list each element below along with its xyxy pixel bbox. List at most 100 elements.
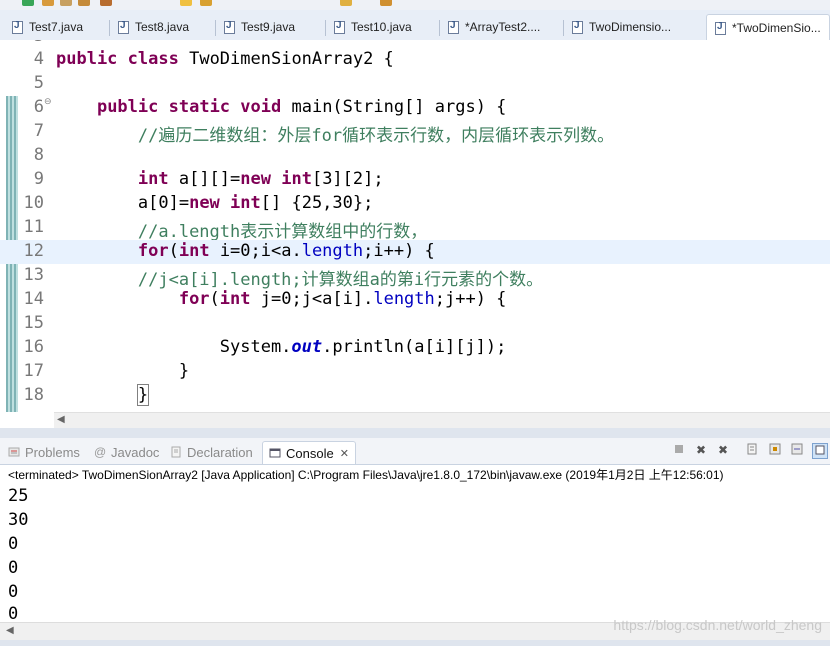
editor-horizontal-scrollbar[interactable]: ◀ xyxy=(54,412,830,429)
search-icon[interactable] xyxy=(180,0,192,6)
pane-divider[interactable] xyxy=(0,428,830,438)
code-line-18[interactable]: 18 } xyxy=(0,384,830,408)
keyword: int xyxy=(137,169,169,189)
keyword: public xyxy=(56,49,118,69)
code-token: [] {25,30}; xyxy=(260,193,374,213)
javadoc-icon: @ xyxy=(94,445,107,459)
code-text: System.out.println(a[i][j]); xyxy=(56,337,507,357)
code-token: main(String[] args) { xyxy=(281,97,507,117)
pin-console-icon[interactable] xyxy=(812,443,828,459)
line-number: 7 xyxy=(33,121,44,141)
declaration-icon xyxy=(171,446,181,458)
line-number: 8 xyxy=(33,145,44,165)
views-tab-bar: Problems @ Javadoc Declaration Console ✕… xyxy=(0,438,830,465)
tab-label: Test8.java xyxy=(135,20,190,34)
scroll-left-arrow-icon[interactable]: ◀ xyxy=(57,414,65,425)
clear-console-icon[interactable] xyxy=(746,443,760,457)
line-number: 16 xyxy=(23,337,44,357)
remove-all-terminated-icon[interactable]: ✖ xyxy=(716,443,730,457)
keyword: int xyxy=(219,289,251,309)
line-number: 10 xyxy=(23,193,44,213)
line-number: 5 xyxy=(33,73,44,93)
code-line-16[interactable]: 16 System.out.println(a[i][j]); xyxy=(0,336,830,360)
line-number: 17 xyxy=(23,361,44,381)
word-wrap-icon[interactable] xyxy=(790,443,804,457)
editor-tab-twodimensionarray2[interactable]: *TwoDimenSio... xyxy=(706,14,830,41)
code-text: } xyxy=(56,384,150,406)
tab-problems[interactable]: Problems xyxy=(8,442,80,462)
code-text: for(int i=0;i<a.length;i++) { xyxy=(56,241,435,261)
code-line-14[interactable]: 14 for(int j=0;j<a[i].length;j++) { xyxy=(0,288,830,312)
console-output-line: 0 xyxy=(8,604,19,622)
tab-label: Problems xyxy=(25,444,80,460)
code-line-7[interactable]: 7 //遍历二维数组：外层for循环表示行数，内层循环表示列数。 xyxy=(0,120,830,146)
code-token: ( xyxy=(168,241,179,261)
line-number: 15 xyxy=(23,313,44,333)
line-number: 6 xyxy=(33,97,44,117)
line-number: 13 xyxy=(23,265,44,285)
new-icon[interactable] xyxy=(60,0,72,6)
keyword: for xyxy=(178,289,210,309)
tab-label: Test10.java xyxy=(351,20,412,34)
main-toolbar xyxy=(0,0,830,10)
navigate-icon[interactable] xyxy=(380,0,392,6)
code-line-12[interactable]: 12 for(int i=0;i<a.length;i++) { xyxy=(0,240,830,264)
bookmark-icon[interactable] xyxy=(340,0,352,6)
code-line-17[interactable]: 17 } xyxy=(0,360,830,384)
editor-tab-arraytest2[interactable]: *ArrayTest2.... xyxy=(440,14,562,40)
code-line-6[interactable]: 6 ⊖ public static void main(String[] arg… xyxy=(0,96,830,120)
tab-label: Console xyxy=(286,445,334,461)
editor-tab-twodimensio[interactable]: TwoDimensio... xyxy=(564,14,702,40)
code-editor[interactable]: 3 4 public class TwoDimenSionArray2 { 5 … xyxy=(0,40,830,412)
run-icon[interactable] xyxy=(22,0,34,6)
comment: //遍历二维数组：外层for循环表示行数，内层循环表示列数。 xyxy=(137,126,615,146)
code-text: //a.length表示计算数组中的行数， xyxy=(56,217,427,242)
remove-launch-icon[interactable]: ✖ xyxy=(694,443,708,457)
tab-console[interactable]: Console ✕ xyxy=(262,441,356,464)
java-file-icon xyxy=(118,20,129,34)
edit-icon[interactable] xyxy=(200,0,212,6)
code-line-4[interactable]: 4 public class TwoDimenSionArray2 { xyxy=(0,48,830,72)
editor-tab-test8[interactable]: Test8.java xyxy=(110,14,214,40)
code-text: int a[][]=new int[3][2]; xyxy=(56,169,384,189)
problems-icon xyxy=(8,447,20,457)
comment: //a.length表示计算数组中的行数， xyxy=(137,222,428,242)
code-text: a[0]=new int[] {25,30}; xyxy=(56,193,373,213)
code-line-13[interactable]: 13 //j<a[i].length;计算数组a的第i行元素的个数。 xyxy=(0,264,830,290)
watermark: https://blog.csdn.net/world_zheng xyxy=(613,617,822,633)
code-line-9[interactable]: 9 int a[][]=new int[3][2]; xyxy=(0,168,830,192)
tab-label: TwoDimensio... xyxy=(589,20,672,34)
keyword: int xyxy=(178,241,210,261)
line-number: 11 xyxy=(23,217,44,237)
scroll-lock-icon[interactable] xyxy=(768,443,782,457)
fold-collapse-icon[interactable]: ⊖ xyxy=(44,97,52,107)
close-icon[interactable]: ✕ xyxy=(340,447,349,460)
tab-label: Javadoc xyxy=(111,444,160,460)
tab-javadoc[interactable]: @ Javadoc xyxy=(94,442,159,462)
code-line-10[interactable]: 10 a[0]=new int[] {25,30}; xyxy=(0,192,830,216)
keyword: void xyxy=(240,97,282,117)
code-line-5[interactable]: 5 xyxy=(0,72,830,96)
scroll-left-arrow-icon[interactable]: ◀ xyxy=(6,625,14,636)
code-line-15[interactable]: 15 xyxy=(0,312,830,336)
code-line-8[interactable]: 8 xyxy=(0,144,830,168)
java-file-icon xyxy=(224,20,235,34)
editor-tab-test10[interactable]: Test10.java xyxy=(326,14,438,40)
terminate-icon[interactable] xyxy=(672,443,686,457)
code-token: ;i++) { xyxy=(363,241,435,261)
tab-label: Test9.java xyxy=(241,20,296,34)
code-token: j=0;j<a[i]. xyxy=(250,289,374,309)
open-icon[interactable] xyxy=(78,0,90,6)
editor-tab-test9[interactable]: Test9.java xyxy=(216,14,324,40)
tab-declaration[interactable]: Declaration xyxy=(170,442,253,462)
debug-icon[interactable] xyxy=(42,0,54,6)
code-token: TwoDimenSionArray2 { xyxy=(178,49,394,69)
keyword: public xyxy=(96,97,159,117)
code-token: ;j++) { xyxy=(434,289,507,309)
code-line-11[interactable]: 11 //a.length表示计算数组中的行数， xyxy=(0,216,830,242)
editor-tab-test7[interactable]: Test7.java xyxy=(4,14,108,40)
package-icon[interactable] xyxy=(100,0,112,6)
keyword: for xyxy=(137,241,169,261)
code-token: [3][2]; xyxy=(311,169,384,189)
tab-label: *TwoDimenSio... xyxy=(732,21,821,35)
